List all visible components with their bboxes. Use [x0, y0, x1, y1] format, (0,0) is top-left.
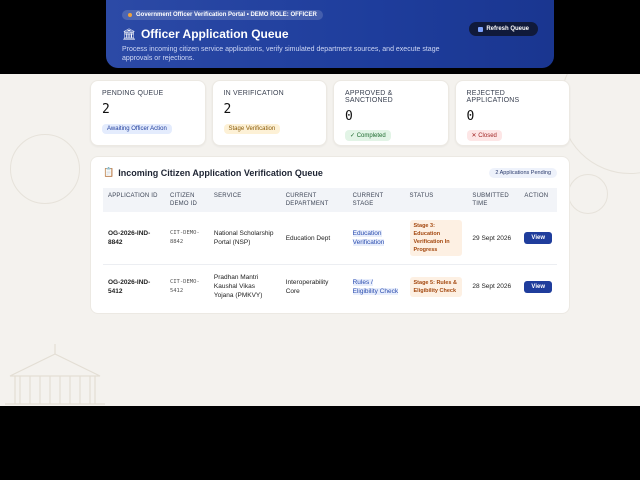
stat-value: 2	[102, 102, 110, 117]
clipboard-icon: 📋	[103, 167, 115, 177]
application-id: OG-2026-IND-8842	[108, 230, 151, 246]
status-dot-icon	[128, 13, 132, 17]
submitted-time: 28 Sept 2026	[472, 283, 512, 290]
application-id: OG-2026-IND-5412	[108, 278, 151, 295]
column-header: SUBMITTED TIME	[472, 193, 509, 207]
pending-count-badge: 2 Applications Pending	[489, 167, 557, 178]
table-row: OG-2026-IND-8842 CIT-DEMO-8842 National …	[103, 212, 557, 265]
service-name: National Scholarship Portal (NSP)	[213, 230, 274, 246]
current-stage: Education Verification	[352, 230, 385, 246]
table-row: OG-2026-IND-5412 CIT-DEMO-5412 Pradhan M…	[103, 265, 557, 309]
refresh-queue-label: Refresh Queue	[486, 26, 529, 32]
status-badge: Stage 5: Rules & Eligibility Check	[409, 276, 463, 297]
status-badge: Stage 3: Education Verification In Progr…	[409, 220, 463, 256]
stat-value: 2	[223, 102, 232, 117]
column-header: STATUS	[409, 193, 434, 199]
stat-value: 0	[345, 109, 353, 124]
decorative-ring	[560, 74, 640, 174]
stat-card-verification: IN VERIFICATION 2 Stage Verification	[211, 80, 327, 146]
current-department: Education Dept	[285, 234, 331, 242]
current-stage: Rules / Eligibility Check	[352, 278, 399, 295]
stat-label: REJECTED APPLICATIONS	[466, 90, 520, 104]
view-button[interactable]: View	[524, 232, 552, 244]
status-badge: ✕ Closed	[466, 130, 502, 141]
decorative-ring	[10, 134, 80, 204]
role-chip: Government Officer Verification Portal •…	[122, 10, 323, 20]
page-description: Process incoming citizen service applica…	[122, 46, 440, 62]
column-header: SERVICE	[213, 193, 242, 199]
stat-card-approved: APPROVED & SANCTIONED 0 ✓ Completed	[333, 80, 449, 146]
column-header: APPLICATION ID	[108, 193, 158, 199]
current-department: Interoperability Core	[285, 278, 329, 295]
role-chip-label: Government Officer Verification Portal •…	[136, 12, 317, 18]
refresh-queue-button[interactable]: Refresh Queue	[469, 22, 538, 36]
stat-label: PENDING QUEUE	[102, 90, 164, 97]
status-badge: Stage Verification	[223, 124, 281, 134]
stat-label: IN VERIFICATION	[223, 90, 284, 97]
building-illustration	[5, 344, 105, 405]
institution-icon: 🏛	[122, 28, 136, 41]
status-badge: ✓ Completed	[345, 130, 391, 141]
hero-banner: Government Officer Verification Portal •…	[106, 0, 554, 68]
queue-title: Incoming Citizen Application Verificatio…	[118, 167, 323, 178]
stats-row: PENDING QUEUE 2 Awaiting Officer Action …	[90, 80, 570, 146]
column-header: CURRENT DEPARTMENT	[285, 193, 329, 207]
citizen-demo-id: CIT-DEMO-8842	[169, 230, 200, 245]
stat-label: APPROVED & SANCTIONED	[345, 90, 393, 104]
status-badge: Awaiting Officer Action	[102, 124, 172, 134]
queue-panel: 📋 Incoming Citizen Application Verificat…	[90, 156, 570, 314]
stat-card-rejected: REJECTED APPLICATIONS 0 ✕ Closed	[454, 80, 570, 146]
citizen-demo-id: CIT-DEMO-5412	[169, 278, 200, 294]
decorative-ring	[568, 174, 608, 214]
service-name: Pradhan Mantri Kaushal Vikas Yojana (PMK…	[213, 274, 263, 299]
refresh-icon	[478, 26, 484, 32]
queue-table: APPLICATION ID CITIZEN DEMO ID SERVICE C…	[103, 188, 557, 308]
column-header: CITIZEN DEMO ID	[169, 193, 198, 207]
page-title: Officer Application Queue	[140, 27, 289, 41]
table-header-row: APPLICATION ID CITIZEN DEMO ID SERVICE C…	[103, 188, 557, 212]
stat-card-pending: PENDING QUEUE 2 Awaiting Officer Action	[90, 80, 206, 146]
submitted-time: 29 Sept 2026	[472, 234, 512, 242]
view-button[interactable]: View	[524, 280, 552, 293]
column-header: ACTION	[524, 193, 549, 199]
stat-value: 0	[466, 109, 475, 124]
column-header: CURRENT STAGE	[352, 193, 384, 207]
